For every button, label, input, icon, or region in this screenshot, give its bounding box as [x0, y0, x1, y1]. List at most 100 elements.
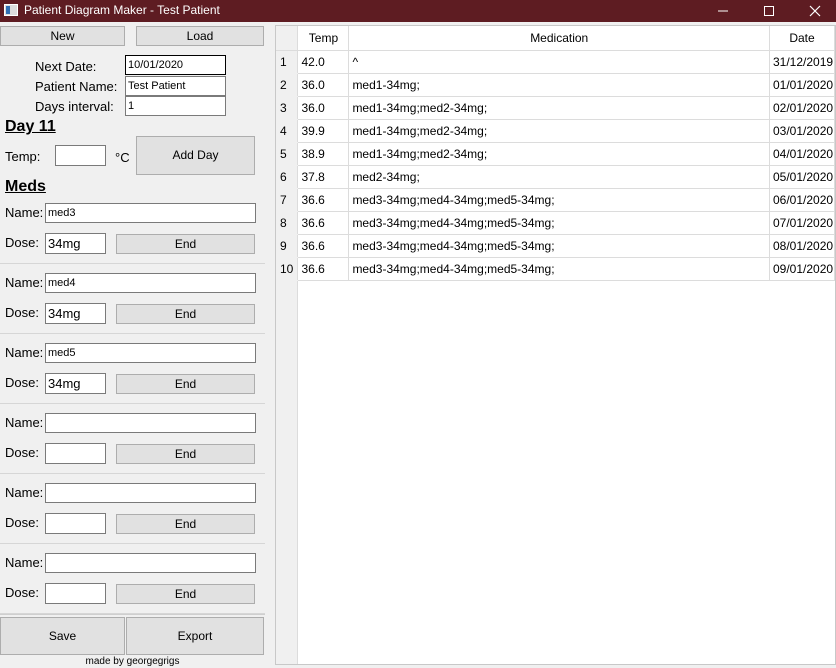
patient-name-label: Patient Name:	[35, 79, 118, 94]
row-number[interactable]: 5	[276, 142, 299, 166]
med-name-field[interactable]	[45, 413, 256, 433]
medication-cell[interactable]: med1-34mg;med2-34mg;	[348, 119, 770, 143]
date-cell[interactable]: 08/01/2020	[769, 234, 836, 258]
date-cell[interactable]: 02/01/2020	[769, 96, 836, 120]
med-entry: Name: med3 Dose: 34mg End	[0, 194, 265, 264]
row-number[interactable]: 9	[276, 234, 299, 258]
med-dose-field[interactable]: 34mg	[45, 233, 106, 254]
table-row[interactable]: 2 36.0 med1-34mg; 01/01/2020	[276, 73, 836, 97]
med-dose-field[interactable]	[45, 583, 106, 604]
date-cell[interactable]: 05/01/2020	[769, 165, 836, 189]
maximize-button[interactable]	[746, 0, 792, 22]
temp-cell[interactable]: 36.6	[297, 257, 350, 281]
med-name-field[interactable]	[45, 553, 256, 573]
days-interval-field[interactable]: 1	[125, 96, 226, 116]
table-row[interactable]: 7 36.6 med3-34mg;med4-34mg;med5-34mg; 06…	[276, 188, 836, 212]
close-button[interactable]	[792, 0, 836, 22]
temp-cell[interactable]: 39.9	[297, 119, 350, 143]
med-name-field[interactable]: med5	[45, 343, 256, 363]
end-med-button[interactable]: End	[116, 304, 255, 324]
end-med-button[interactable]: End	[116, 444, 255, 464]
med-entry: Name: Dose: End	[0, 404, 265, 474]
bottom-bar: Save Export	[0, 614, 265, 655]
temp-cell[interactable]: 36.6	[297, 234, 350, 258]
date-cell[interactable]: 03/01/2020	[769, 119, 836, 143]
row-number[interactable]: 7	[276, 188, 299, 212]
row-number[interactable]: 10	[276, 257, 299, 281]
med-name-label: Name:	[5, 345, 44, 360]
med-dose-field[interactable]: 34mg	[45, 373, 106, 394]
table-row[interactable]: 3 36.0 med1-34mg;med2-34mg; 02/01/2020	[276, 96, 836, 120]
table-row[interactable]: 5 38.9 med1-34mg;med2-34mg; 04/01/2020	[276, 142, 836, 166]
med-name-field[interactable]: med3	[45, 203, 256, 223]
temp-cell[interactable]: 38.9	[297, 142, 350, 166]
date-cell[interactable]: 31/12/2019	[769, 50, 836, 74]
row-number[interactable]: 2	[276, 73, 299, 97]
column-header-medication[interactable]: Medication	[348, 26, 770, 51]
med-dose-label: Dose:	[5, 445, 39, 460]
records-table-view[interactable]: Temp Medication Date 1 42.0 ^ 31/12/2019…	[275, 25, 836, 665]
date-cell[interactable]: 07/01/2020	[769, 211, 836, 235]
med-dose-field[interactable]: 34mg	[45, 303, 106, 324]
column-header-temp[interactable]: Temp	[297, 26, 350, 51]
row-number[interactable]: 3	[276, 96, 299, 120]
patient-name-field[interactable]: Test Patient	[125, 76, 226, 96]
medication-cell[interactable]: ^	[348, 50, 770, 74]
column-header-date[interactable]: Date	[769, 26, 836, 51]
end-med-button[interactable]: End	[116, 374, 255, 394]
med-name-field[interactable]	[45, 483, 256, 503]
med-name-label: Name:	[5, 485, 44, 500]
medication-cell[interactable]: med1-34mg;med2-34mg;	[348, 96, 770, 120]
medication-cell[interactable]: med3-34mg;med4-34mg;med5-34mg;	[348, 188, 770, 212]
med-entry: Name: med5 Dose: 34mg End	[0, 334, 265, 404]
med-entry: Name: med4 Dose: 34mg End	[0, 264, 265, 334]
medication-cell[interactable]: med3-34mg;med4-34mg;med5-34mg;	[348, 211, 770, 235]
med-dose-label: Dose:	[5, 585, 39, 600]
load-button[interactable]: Load	[136, 26, 264, 46]
row-number[interactable]: 8	[276, 211, 299, 235]
minimize-button[interactable]	[700, 0, 746, 22]
table-corner[interactable]	[276, 26, 299, 51]
end-med-button[interactable]: End	[116, 234, 255, 254]
export-button[interactable]: Export	[126, 617, 264, 655]
table-row[interactable]: 1 42.0 ^ 31/12/2019	[276, 50, 836, 74]
end-med-button[interactable]: End	[116, 584, 255, 604]
medication-cell[interactable]: med1-34mg;	[348, 73, 770, 97]
row-number[interactable]: 4	[276, 119, 299, 143]
medication-cell[interactable]: med1-34mg;med2-34mg;	[348, 142, 770, 166]
temp-cell[interactable]: 36.6	[297, 211, 350, 235]
end-med-button[interactable]: End	[116, 514, 255, 534]
table-row[interactable]: 4 39.9 med1-34mg;med2-34mg; 03/01/2020	[276, 119, 836, 143]
table-row[interactable]: 8 36.6 med3-34mg;med4-34mg;med5-34mg; 07…	[276, 211, 836, 235]
temp-cell[interactable]: 42.0	[297, 50, 350, 74]
med-dose-label: Dose:	[5, 515, 39, 530]
medication-cell[interactable]: med2-34mg;	[348, 165, 770, 189]
row-number[interactable]: 1	[276, 50, 299, 74]
add-day-button[interactable]: Add Day	[136, 136, 255, 175]
table-row[interactable]: 6 37.8 med2-34mg; 05/01/2020	[276, 165, 836, 189]
date-cell[interactable]: 04/01/2020	[769, 142, 836, 166]
temp-label: Temp:	[5, 149, 41, 164]
med-name-field[interactable]: med4	[45, 273, 256, 293]
med-dose-field[interactable]	[45, 513, 106, 534]
med-name-label: Name:	[5, 555, 44, 570]
med-dose-field[interactable]	[45, 443, 106, 464]
medication-cell[interactable]: med3-34mg;med4-34mg;med5-34mg;	[348, 257, 770, 281]
temp-cell[interactable]: 36.0	[297, 96, 350, 120]
date-cell[interactable]: 01/01/2020	[769, 73, 836, 97]
medication-cell[interactable]: med3-34mg;med4-34mg;med5-34mg;	[348, 234, 770, 258]
temp-cell[interactable]: 37.8	[297, 165, 350, 189]
days-interval-label: Days interval:	[35, 99, 114, 114]
new-button[interactable]: New	[0, 26, 125, 46]
table-row[interactable]: 9 36.6 med3-34mg;med4-34mg;med5-34mg; 08…	[276, 234, 836, 258]
temp-cell[interactable]: 36.6	[297, 188, 350, 212]
row-number[interactable]: 6	[276, 165, 299, 189]
date-cell[interactable]: 09/01/2020	[769, 257, 836, 281]
next-date-field[interactable]: 10/01/2020	[125, 55, 226, 75]
save-button[interactable]: Save	[0, 617, 125, 655]
date-cell[interactable]: 06/01/2020	[769, 188, 836, 212]
temp-input[interactable]	[55, 145, 106, 166]
temp-cell[interactable]: 36.0	[297, 73, 350, 97]
med-name-label: Name:	[5, 205, 44, 220]
table-row[interactable]: 10 36.6 med3-34mg;med4-34mg;med5-34mg; 0…	[276, 257, 836, 281]
